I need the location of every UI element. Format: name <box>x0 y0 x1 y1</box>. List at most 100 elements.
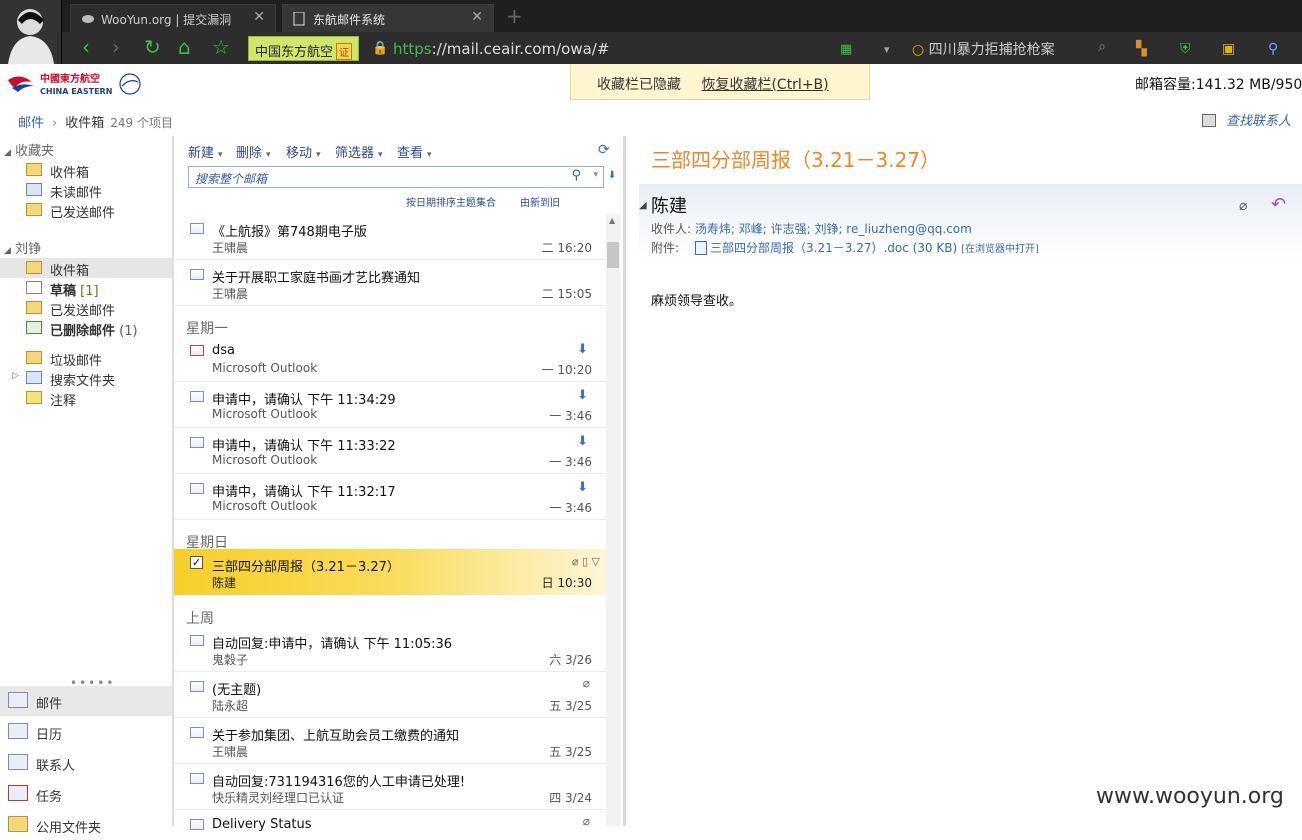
search-icon[interactable]: ⚲ <box>571 168 581 183</box>
nav-contacts[interactable]: 联系人 <box>0 748 172 778</box>
message-sender[interactable]: 陈建 <box>651 192 687 218</box>
list-item[interactable]: Delivery Status ⌀ <box>174 810 606 832</box>
delete-menu[interactable]: 删除 ▾ <box>236 142 271 161</box>
shield-icon[interactable]: ⛨ <box>1180 39 1191 59</box>
folder-label: 草稿 <box>50 284 77 299</box>
list-item-selected[interactable]: ✓ 三部四分部周报（3.21－3.27） 陈建 日 10:30 ⌀ ▯ ▽ <box>174 549 606 595</box>
scroll-thumb[interactable] <box>607 242 619 268</box>
inbox-icon <box>26 261 42 274</box>
nav-calendar[interactable]: 日历 <box>0 717 172 747</box>
move-menu[interactable]: 移动 ▾ <box>286 142 321 161</box>
reply-icon[interactable]: ↶ <box>1271 194 1286 215</box>
view-menu[interactable]: 查看 ▾ <box>397 142 432 161</box>
mail-subject: 申请中，请确认 下午 11:32:17 <box>212 485 396 500</box>
folder-sent[interactable]: 已发送邮件 <box>0 298 172 319</box>
envelope-icon <box>190 483 204 494</box>
list-item[interactable]: 关于参加集团、上航互助会员工缴费的通知 王啸晨 五 3/25 <box>174 718 606 764</box>
new-tab-icon[interactable]: + <box>506 4 523 28</box>
mail-time: 一 3:46 <box>549 501 592 515</box>
nav-mail[interactable]: 邮件 <box>0 686 172 716</box>
find-people-link[interactable]: 查找联系人 <box>1202 110 1291 129</box>
nav-label: 邮件 <box>36 697 63 712</box>
fav-inbox[interactable]: 收件箱 <box>0 160 172 181</box>
open-in-browser-link[interactable]: [在浏览器中打开] <box>961 244 1039 255</box>
collapse-icon[interactable]: ◢ <box>4 246 11 256</box>
list-item[interactable]: 申请中，请确认 下午 11:33:22 Microsoft Outlook 一 3:… <box>174 428 606 474</box>
list-scrollbar[interactable]: ▲ <box>606 214 620 826</box>
recipients-list[interactable]: 汤寿炜; 邓峰; 许志强; 刘铮; re_liuzheng@qq.com <box>695 222 972 236</box>
mail-time: 一 3:46 <box>549 455 592 469</box>
tab-ceair-mail[interactable]: 东航邮件系统 ✕ <box>282 4 494 32</box>
list-item[interactable]: 申请中，请确认 下午 11:34:29 Microsoft Outlook 一 3:… <box>174 382 606 428</box>
collapse-icon[interactable]: ◢ <box>4 148 11 158</box>
filter-menu[interactable]: 筛选器 ▾ <box>335 142 383 161</box>
folder-notes[interactable]: 注释 <box>0 388 172 409</box>
apps-icon[interactable]: ▚ <box>1136 39 1147 59</box>
new-menu[interactable]: 新建 ▾ <box>188 142 223 161</box>
folder-junk[interactable]: 垃圾邮件 <box>0 348 172 369</box>
url-text[interactable]: https://mail.ceair.com/owa/# <box>393 40 609 58</box>
list-item[interactable]: 申请中，请确认 下午 11:32:17 Microsoft Outlook 一 3:… <box>174 474 606 520</box>
sort-order-link[interactable]: 由新到旧 <box>520 194 560 209</box>
menu-label: 筛选器 <box>335 146 375 161</box>
nav-tasks[interactable]: 任务 <box>0 779 172 809</box>
envelope-icon <box>190 727 204 738</box>
address-bar[interactable]: 中国东方航空证 🔒 https://mail.ceair.com/owa/# <box>248 36 828 61</box>
expand-search-icon[interactable]: ⬇ <box>608 170 616 181</box>
search-icon[interactable]: ⌕ <box>1098 39 1106 55</box>
checkbox[interactable]: ✓ <box>190 556 203 569</box>
list-item[interactable]: 《上航报》第748期电子版 王啸晨 二 16:20 <box>174 214 606 260</box>
refresh-icon[interactable]: ⟳ <box>598 142 612 158</box>
fav-sent[interactable]: 已发送邮件 <box>0 200 172 221</box>
folder-search[interactable]: ▷ 搜索文件夹 <box>0 368 172 389</box>
account-group[interactable]: ◢ 刘铮 <box>4 238 41 257</box>
favorites-group[interactable]: ◢ 收藏夹 <box>4 140 54 159</box>
collapse-header-icon[interactable]: ◢ <box>639 200 647 211</box>
sort-by-link[interactable]: 按日期排序主题集合 <box>406 194 496 209</box>
fav-unread[interactable]: 未读邮件 <box>0 180 172 201</box>
certificate-badge[interactable]: 中国东方航空证 <box>248 36 360 61</box>
dropdown-icon[interactable]: ▾ <box>884 40 890 60</box>
envelope-icon <box>190 681 204 692</box>
favorite-star-icon[interactable]: ☆ <box>212 37 230 57</box>
close-tab-icon[interactable]: ✕ <box>253 9 265 25</box>
zoom-icon[interactable]: ⚲ <box>1268 39 1278 59</box>
folder-deleted[interactable]: 已删除邮件 (1) <box>0 318 172 339</box>
list-item[interactable]: 自动回复:申请中，请确认 下午 11:05:36 鬼穀子 六 3/26 <box>174 626 606 672</box>
list-item[interactable]: dsa Microsoft Outlook 一 10:20 ⬇ <box>174 336 606 382</box>
dropdown-icon[interactable]: ▾ <box>593 170 598 180</box>
qr-code-icon[interactable]: ▦ <box>840 40 852 60</box>
mail-time: 六 3/26 <box>549 653 592 667</box>
home-icon[interactable]: ⌂ <box>178 37 191 57</box>
folder-label: 已删除邮件 <box>50 324 116 339</box>
back-icon[interactable]: ‹ <box>82 37 90 57</box>
expand-icon[interactable]: ▷ <box>12 371 19 381</box>
chevron-down-icon: ▾ <box>378 150 383 160</box>
forward-icon[interactable]: › <box>112 37 120 57</box>
scroll-up-icon[interactable]: ▲ <box>609 216 615 225</box>
list-item[interactable]: (无主题) 陆永超 五 3/25 ⌀ <box>174 672 606 718</box>
tab-wooyun[interactable]: WooYun.org | 提交漏洞 ✕ <box>70 4 276 32</box>
folder-label: 收件箱 <box>50 166 90 181</box>
system-message-icon <box>190 345 204 356</box>
attachment-flag-icons[interactable]: ⌀ ▯ ▽ <box>572 555 600 568</box>
restore-favbar-link[interactable]: 恢复收藏栏(Ctrl+B) <box>701 77 828 93</box>
nav-public-folders[interactable]: 公用文件夹 <box>0 810 172 840</box>
contacts-icon <box>8 754 28 770</box>
low-importance-icon: ⬇ <box>577 434 588 449</box>
attachment-link[interactable]: 三部四分部周报（3.21－3.27）.doc (30 KB) <box>710 241 957 255</box>
item-count: 249 个项目 <box>110 116 173 130</box>
page-icon <box>293 11 307 26</box>
folder-inbox[interactable]: 收件箱 <box>0 258 172 279</box>
browser-search-box[interactable]: ○ 四川暴力拒捕抢枪案 ⌕ <box>912 36 1172 61</box>
list-item[interactable]: 关于开展职工家庭书画才艺比赛通知 王啸晨 二 15:05 <box>174 260 606 306</box>
breadcrumb-mail-link[interactable]: 邮件 <box>18 116 44 131</box>
close-tab-icon[interactable]: ✕ <box>471 9 483 25</box>
mailbox-search-input[interactable]: 搜索整个邮箱 ⚲ ▾ <box>188 166 604 188</box>
extension-icon[interactable]: ▣ <box>1222 39 1235 59</box>
user-avatar[interactable] <box>0 0 62 64</box>
list-item[interactable]: 自动回复:731194316您的人工申请已处理! 快乐精灵刘经理口已认证 四 3/2… <box>174 764 606 810</box>
folder-drafts[interactable]: 草稿 [1] <box>0 278 172 299</box>
refresh-icon[interactable]: ↻ <box>144 37 161 57</box>
date-group-header: 星期一 <box>186 321 228 337</box>
